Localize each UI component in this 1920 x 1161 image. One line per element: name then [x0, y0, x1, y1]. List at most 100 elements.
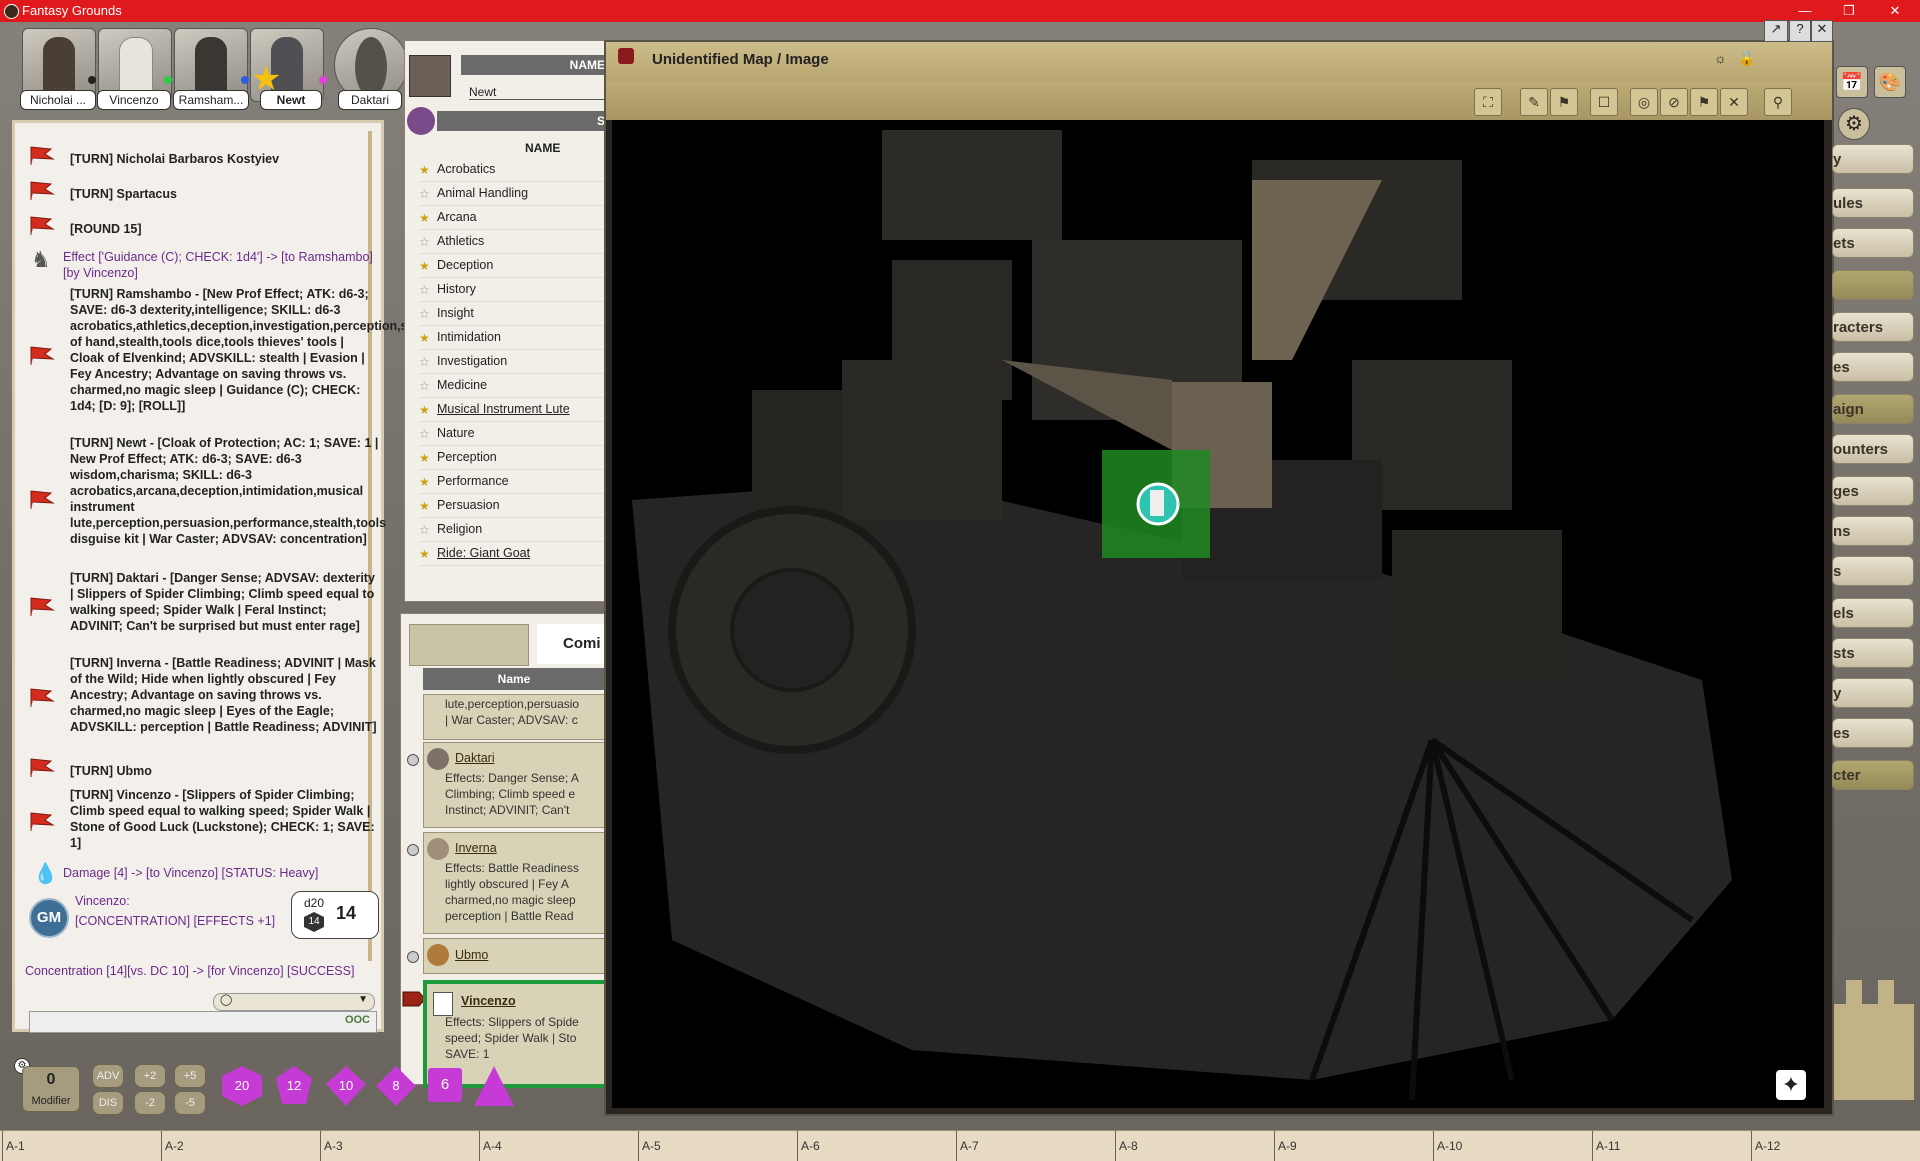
non-proficient-star-icon[interactable]: ☆ [419, 427, 430, 441]
hotkey-slot-label[interactable]: A-5 [642, 1139, 661, 1153]
lock-icon[interactable]: 🔒 [1738, 50, 1755, 67]
sidebar-button[interactable]: ns [1832, 516, 1914, 546]
tag-icon[interactable]: ⚑ [1550, 88, 1578, 116]
disadvantage-button[interactable]: DIS [92, 1091, 124, 1115]
close-window-button[interactable]: ✕ [1880, 1, 1910, 21]
pin-icon[interactable]: ⚲ [1764, 88, 1792, 116]
proficiency-star-icon[interactable]: ★ [419, 547, 430, 561]
skill-row[interactable]: ★ Intimidation [419, 327, 605, 350]
hotkey-slot-label[interactable]: A-1 [6, 1139, 25, 1153]
minus-two-button[interactable]: -2 [134, 1091, 166, 1115]
palette-icon[interactable]: 🎨 [1874, 66, 1906, 98]
non-proficient-star-icon[interactable]: ☆ [419, 379, 430, 393]
combatant-name[interactable]: Inverna [455, 841, 497, 855]
character-name-field[interactable]: Newt [469, 85, 605, 100]
skill-row[interactable]: ★ Acrobatics [419, 159, 605, 182]
chat-mode-dropdown[interactable]: ◯ ▼ [213, 993, 375, 1011]
sidebar-button[interactable]: racters [1832, 312, 1914, 342]
active-indicator[interactable] [407, 951, 419, 963]
skill-row[interactable]: ★ Arcana [419, 207, 605, 230]
hotkey-slot-label[interactable]: A-12 [1755, 1139, 1780, 1153]
calendar-icon[interactable]: 📅 [1836, 66, 1868, 98]
hotkey-slot-label[interactable]: A-9 [1278, 1139, 1297, 1153]
map-viewport[interactable]: ✦ [612, 120, 1824, 1108]
active-indicator[interactable] [407, 754, 419, 766]
non-proficient-star-icon[interactable]: ☆ [419, 355, 430, 369]
sidebar-button[interactable]: ules [1832, 188, 1914, 218]
proficiency-star-icon[interactable]: ★ [419, 475, 430, 489]
non-proficient-star-icon[interactable]: ☆ [419, 523, 430, 537]
sidebar-button[interactable]: es [1832, 352, 1914, 382]
minimize-button[interactable]: — [1790, 1, 1820, 21]
skill-row[interactable]: ☆ Medicine [419, 375, 605, 398]
map-window-header[interactable]: Unidentified Map / Image ☼ 🔒 [606, 42, 1832, 82]
hotkey-slot-label[interactable]: A-7 [960, 1139, 979, 1153]
combatant-name[interactable]: Daktari [455, 751, 495, 765]
skills-tab-icon[interactable] [407, 107, 435, 135]
sidebar-button[interactable]: s [1832, 556, 1914, 586]
chat-input[interactable]: OOC [29, 1011, 377, 1033]
skill-row[interactable]: ☆ Nature [419, 423, 605, 446]
hotkey-slot-label[interactable]: A-11 [1596, 1139, 1620, 1153]
sidebar-button[interactable]: els [1832, 598, 1914, 628]
non-proficient-star-icon[interactable]: ☆ [419, 187, 430, 201]
pointer-draw-icon[interactable]: ✎ [1520, 88, 1548, 116]
skill-row[interactable]: ☆ Athletics [419, 231, 605, 254]
skill-row[interactable]: ☆ Insight [419, 303, 605, 326]
hotkey-slot-label[interactable]: A-3 [324, 1139, 343, 1153]
hide-icon[interactable]: ⊘ [1660, 88, 1688, 116]
tracker-tab[interactable] [409, 624, 529, 666]
plus-five-button[interactable]: +5 [174, 1064, 206, 1088]
combatant-name[interactable]: Ubmo [455, 948, 488, 962]
proficiency-star-icon[interactable]: ★ [419, 331, 430, 345]
hotkey-slot-label[interactable]: A-6 [801, 1139, 820, 1153]
proficiency-star-icon[interactable]: ★ [419, 403, 430, 417]
sidebar-button[interactable]: sts [1832, 638, 1914, 668]
sidebar-button[interactable]: y [1832, 678, 1914, 708]
sidebar-button[interactable]: ounters [1832, 434, 1914, 464]
non-proficient-star-icon[interactable]: ☆ [419, 283, 430, 297]
skill-row[interactable]: ☆ History [419, 279, 605, 302]
close-icon[interactable]: ✕ [1811, 20, 1833, 42]
hotkey-slot-label[interactable]: A-8 [1119, 1139, 1138, 1153]
sidebar-button[interactable]: ges [1832, 476, 1914, 506]
skill-row[interactable]: ☆ Investigation [419, 351, 605, 374]
minus-five-button[interactable]: -5 [174, 1091, 206, 1115]
combatant-name[interactable]: Vincenzo [461, 994, 516, 1008]
non-proficient-star-icon[interactable]: ☆ [419, 235, 430, 249]
settings-gear-icon[interactable]: ⚙ [1838, 108, 1870, 140]
fit-to-window-icon[interactable]: ⛶ [1474, 88, 1502, 116]
combatant-row-ubmo[interactable] [423, 938, 607, 974]
skill-row[interactable]: ☆ Religion [419, 519, 605, 542]
proficiency-star-icon[interactable]: ★ [419, 451, 430, 465]
skill-row[interactable]: ★ Performance [419, 471, 605, 494]
recenter-icon[interactable]: ✦ [1776, 1070, 1806, 1100]
sidebar-button[interactable]: cter [1832, 760, 1914, 790]
clear-icon[interactable]: ✕ [1720, 88, 1748, 116]
flag-icon[interactable]: ⚑ [1690, 88, 1718, 116]
skill-row[interactable]: ★ Ride: Giant Goat [419, 543, 605, 566]
advantage-button[interactable]: ADV [92, 1064, 124, 1088]
proficiency-star-icon[interactable]: ★ [419, 163, 430, 177]
modifier-box[interactable]: 0 Modifier [22, 1066, 80, 1112]
active-indicator[interactable] [407, 844, 419, 856]
proficiency-star-icon[interactable]: ★ [419, 259, 430, 273]
proficiency-star-icon[interactable]: ★ [419, 211, 430, 225]
hotkey-slot-label[interactable]: A-10 [1437, 1139, 1462, 1153]
sidebar-button[interactable]: aign [1832, 394, 1914, 424]
sidebar-button[interactable]: ets [1832, 228, 1914, 258]
sidebar-button[interactable]: y [1832, 144, 1914, 174]
skill-row[interactable]: ★ Persuasion [419, 495, 605, 518]
ooc-toggle[interactable]: OOC [345, 1014, 370, 1026]
d6-die-icon[interactable]: 6 [428, 1068, 462, 1102]
skill-row[interactable]: ★ Deception [419, 255, 605, 278]
non-proficient-star-icon[interactable]: ☆ [419, 307, 430, 321]
share-icon[interactable]: ☼ [1714, 50, 1727, 66]
help-icon[interactable]: ? [1789, 20, 1811, 42]
proficiency-star-icon[interactable]: ★ [419, 499, 430, 513]
skill-row[interactable]: ★ Perception [419, 447, 605, 470]
select-icon[interactable]: ☐ [1590, 88, 1618, 116]
sidebar-button[interactable]: es [1832, 718, 1914, 748]
sidebar-button[interactable] [1832, 270, 1914, 300]
target-icon[interactable]: ◎ [1630, 88, 1658, 116]
